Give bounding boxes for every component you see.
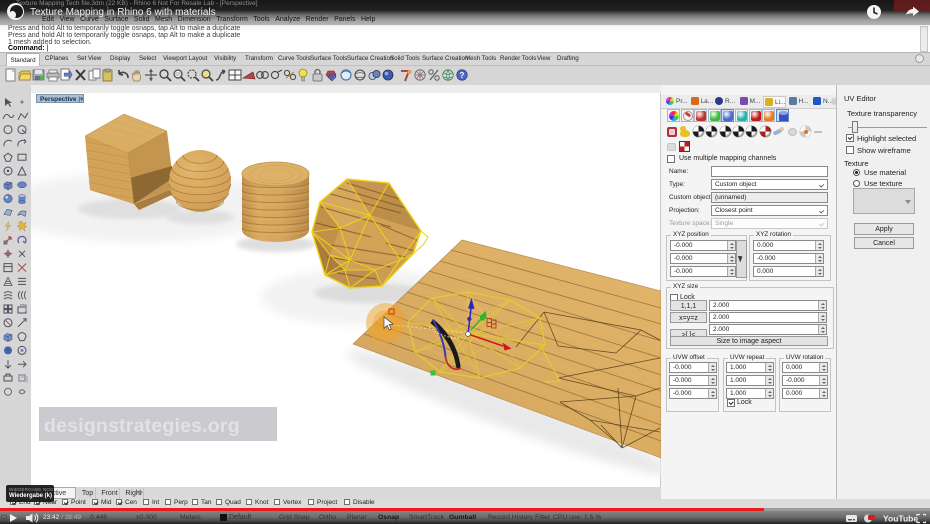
svg-text:?: ? xyxy=(460,71,465,80)
svg-text:YouTube: YouTube xyxy=(883,513,918,523)
svg-text:designstrategies.org: designstrategies.org xyxy=(44,415,240,437)
